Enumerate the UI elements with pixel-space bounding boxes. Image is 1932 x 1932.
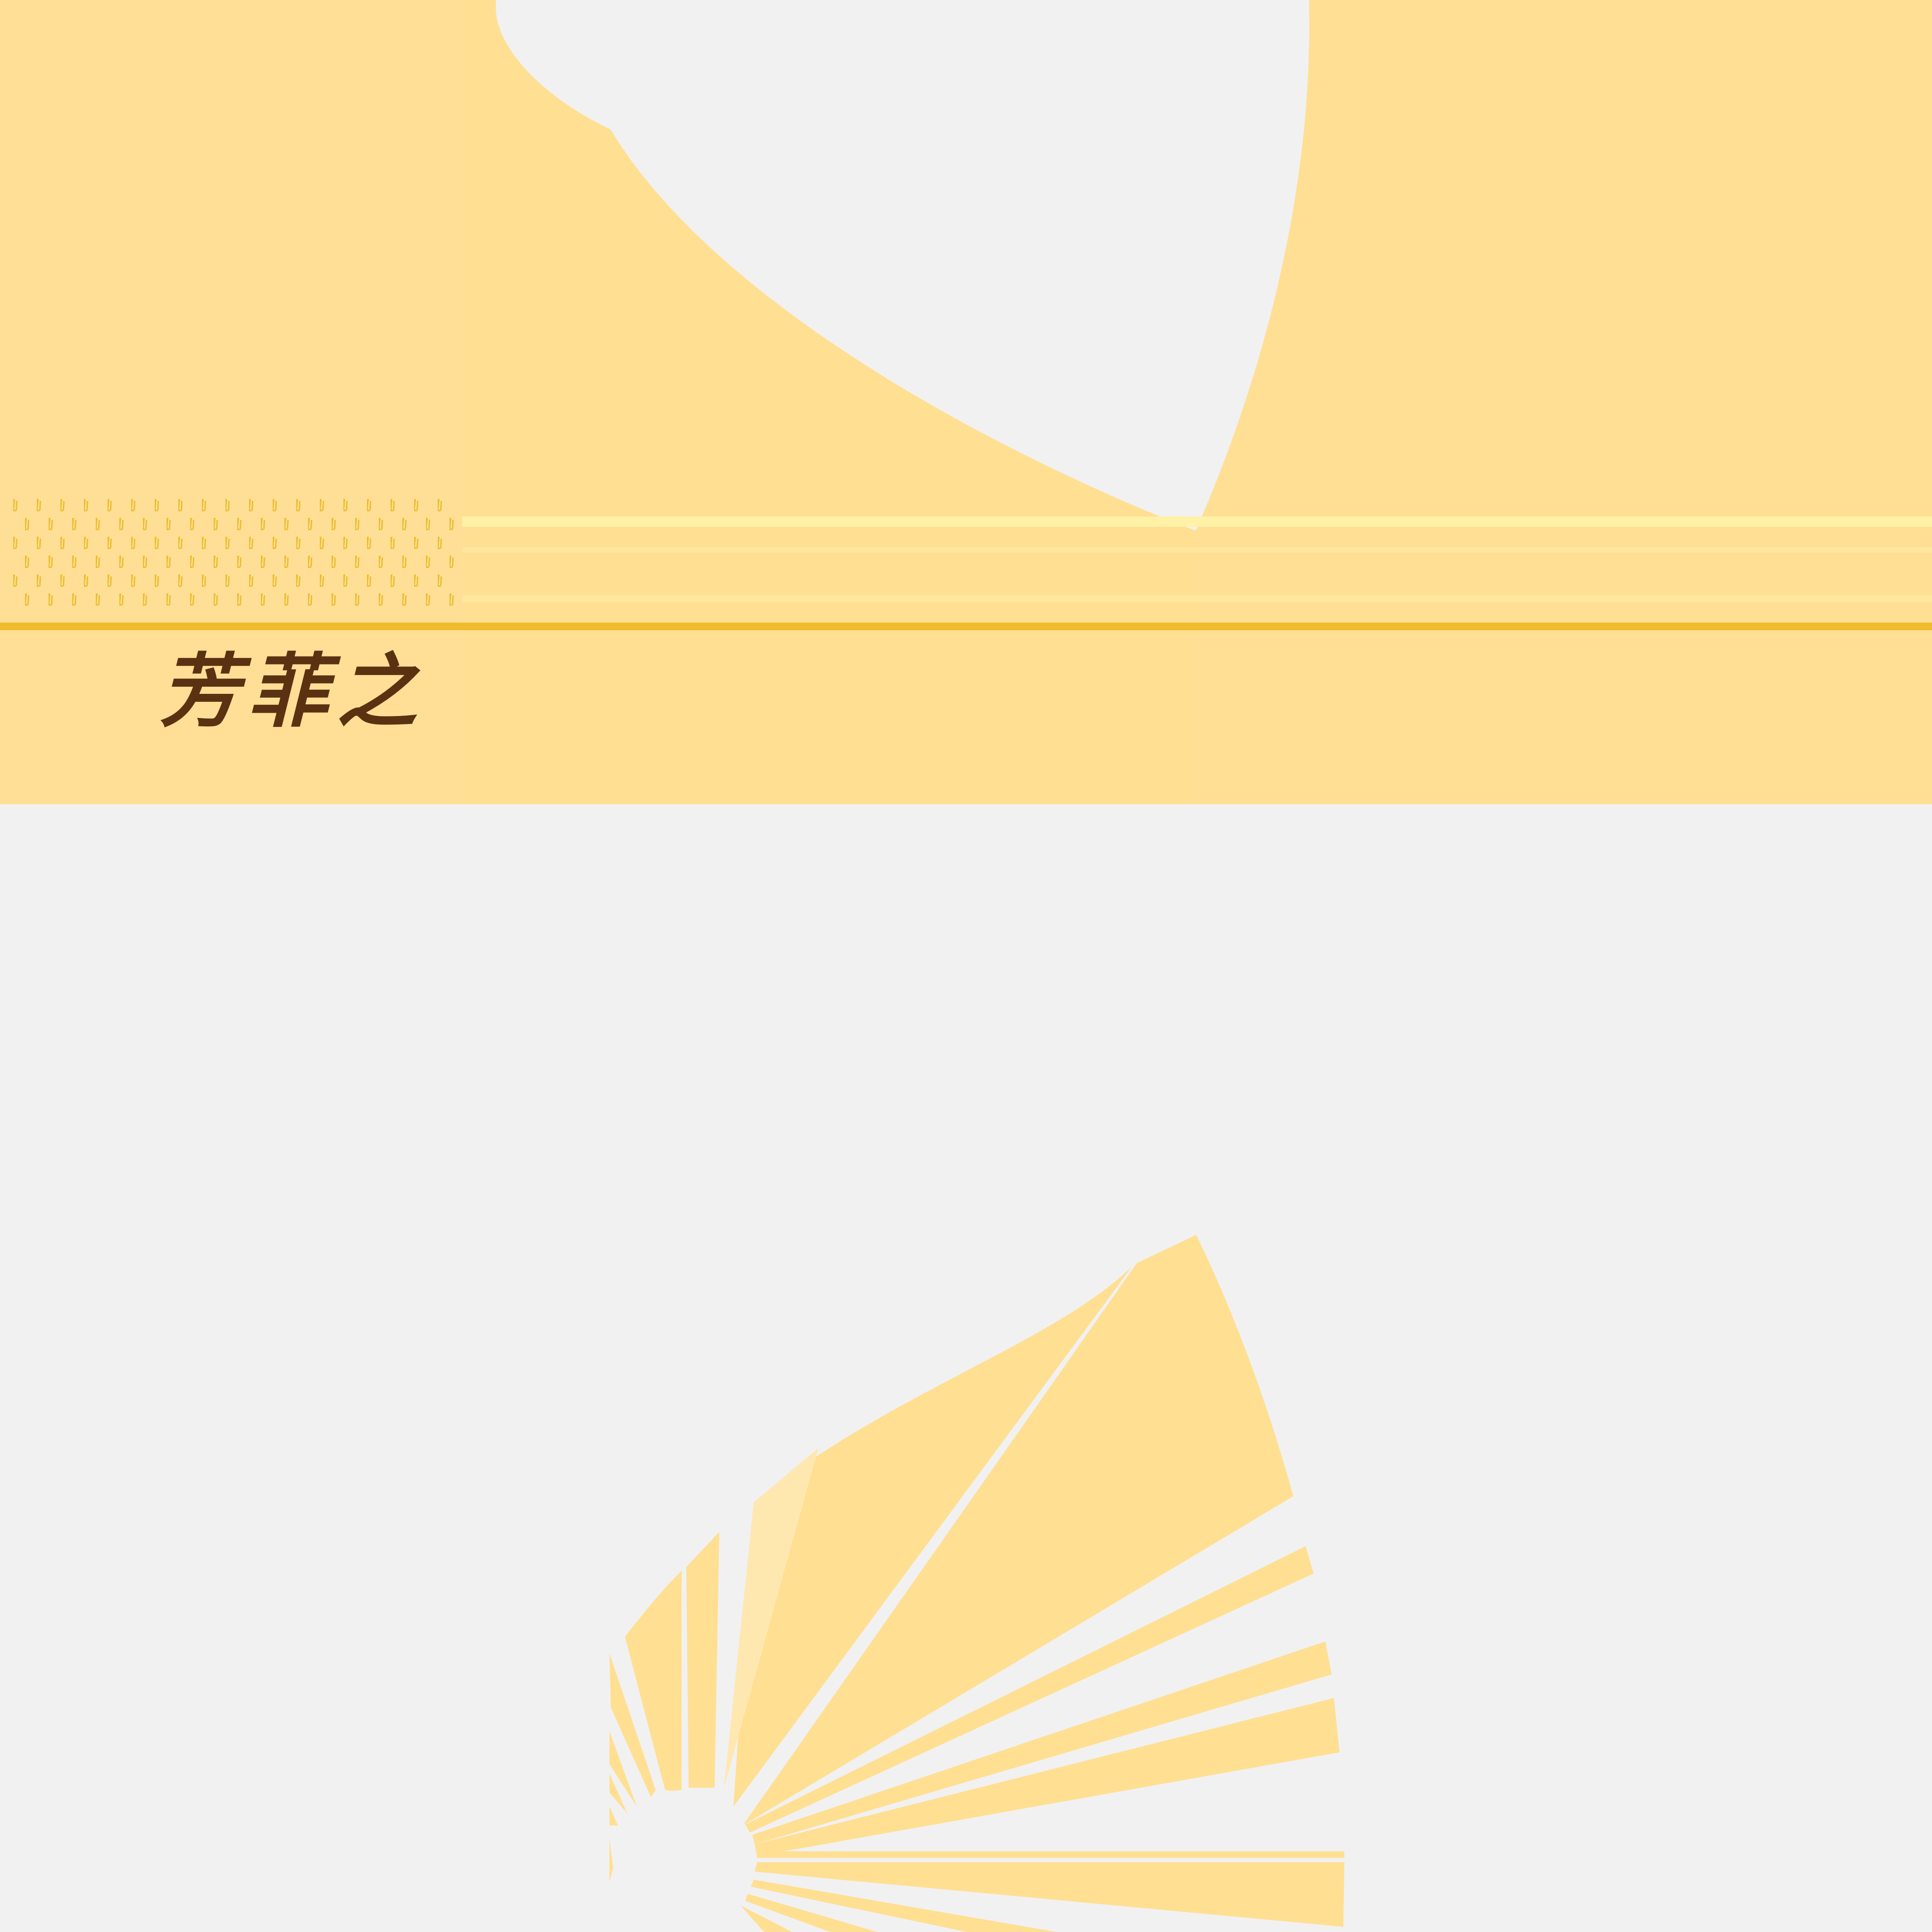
fan-petal-left-1 — [686, 1532, 719, 1788]
fan-ray-4 — [757, 1851, 1344, 1858]
banner-column-right — [1196, 0, 1932, 804]
pale-stripe-1 — [462, 516, 1932, 527]
artwork-canvas: 芳菲之 — [0, 0, 1932, 1932]
gold-divider-line — [0, 623, 1932, 630]
pale-stripe-3 — [462, 595, 1932, 602]
top-banner: 芳菲之 — [0, 0, 1932, 804]
calligraphy-logo-icon: 芳菲之 — [159, 644, 425, 739]
fan-hub-cutout — [613, 1790, 755, 1932]
pale-stripe-2 — [462, 547, 1932, 553]
